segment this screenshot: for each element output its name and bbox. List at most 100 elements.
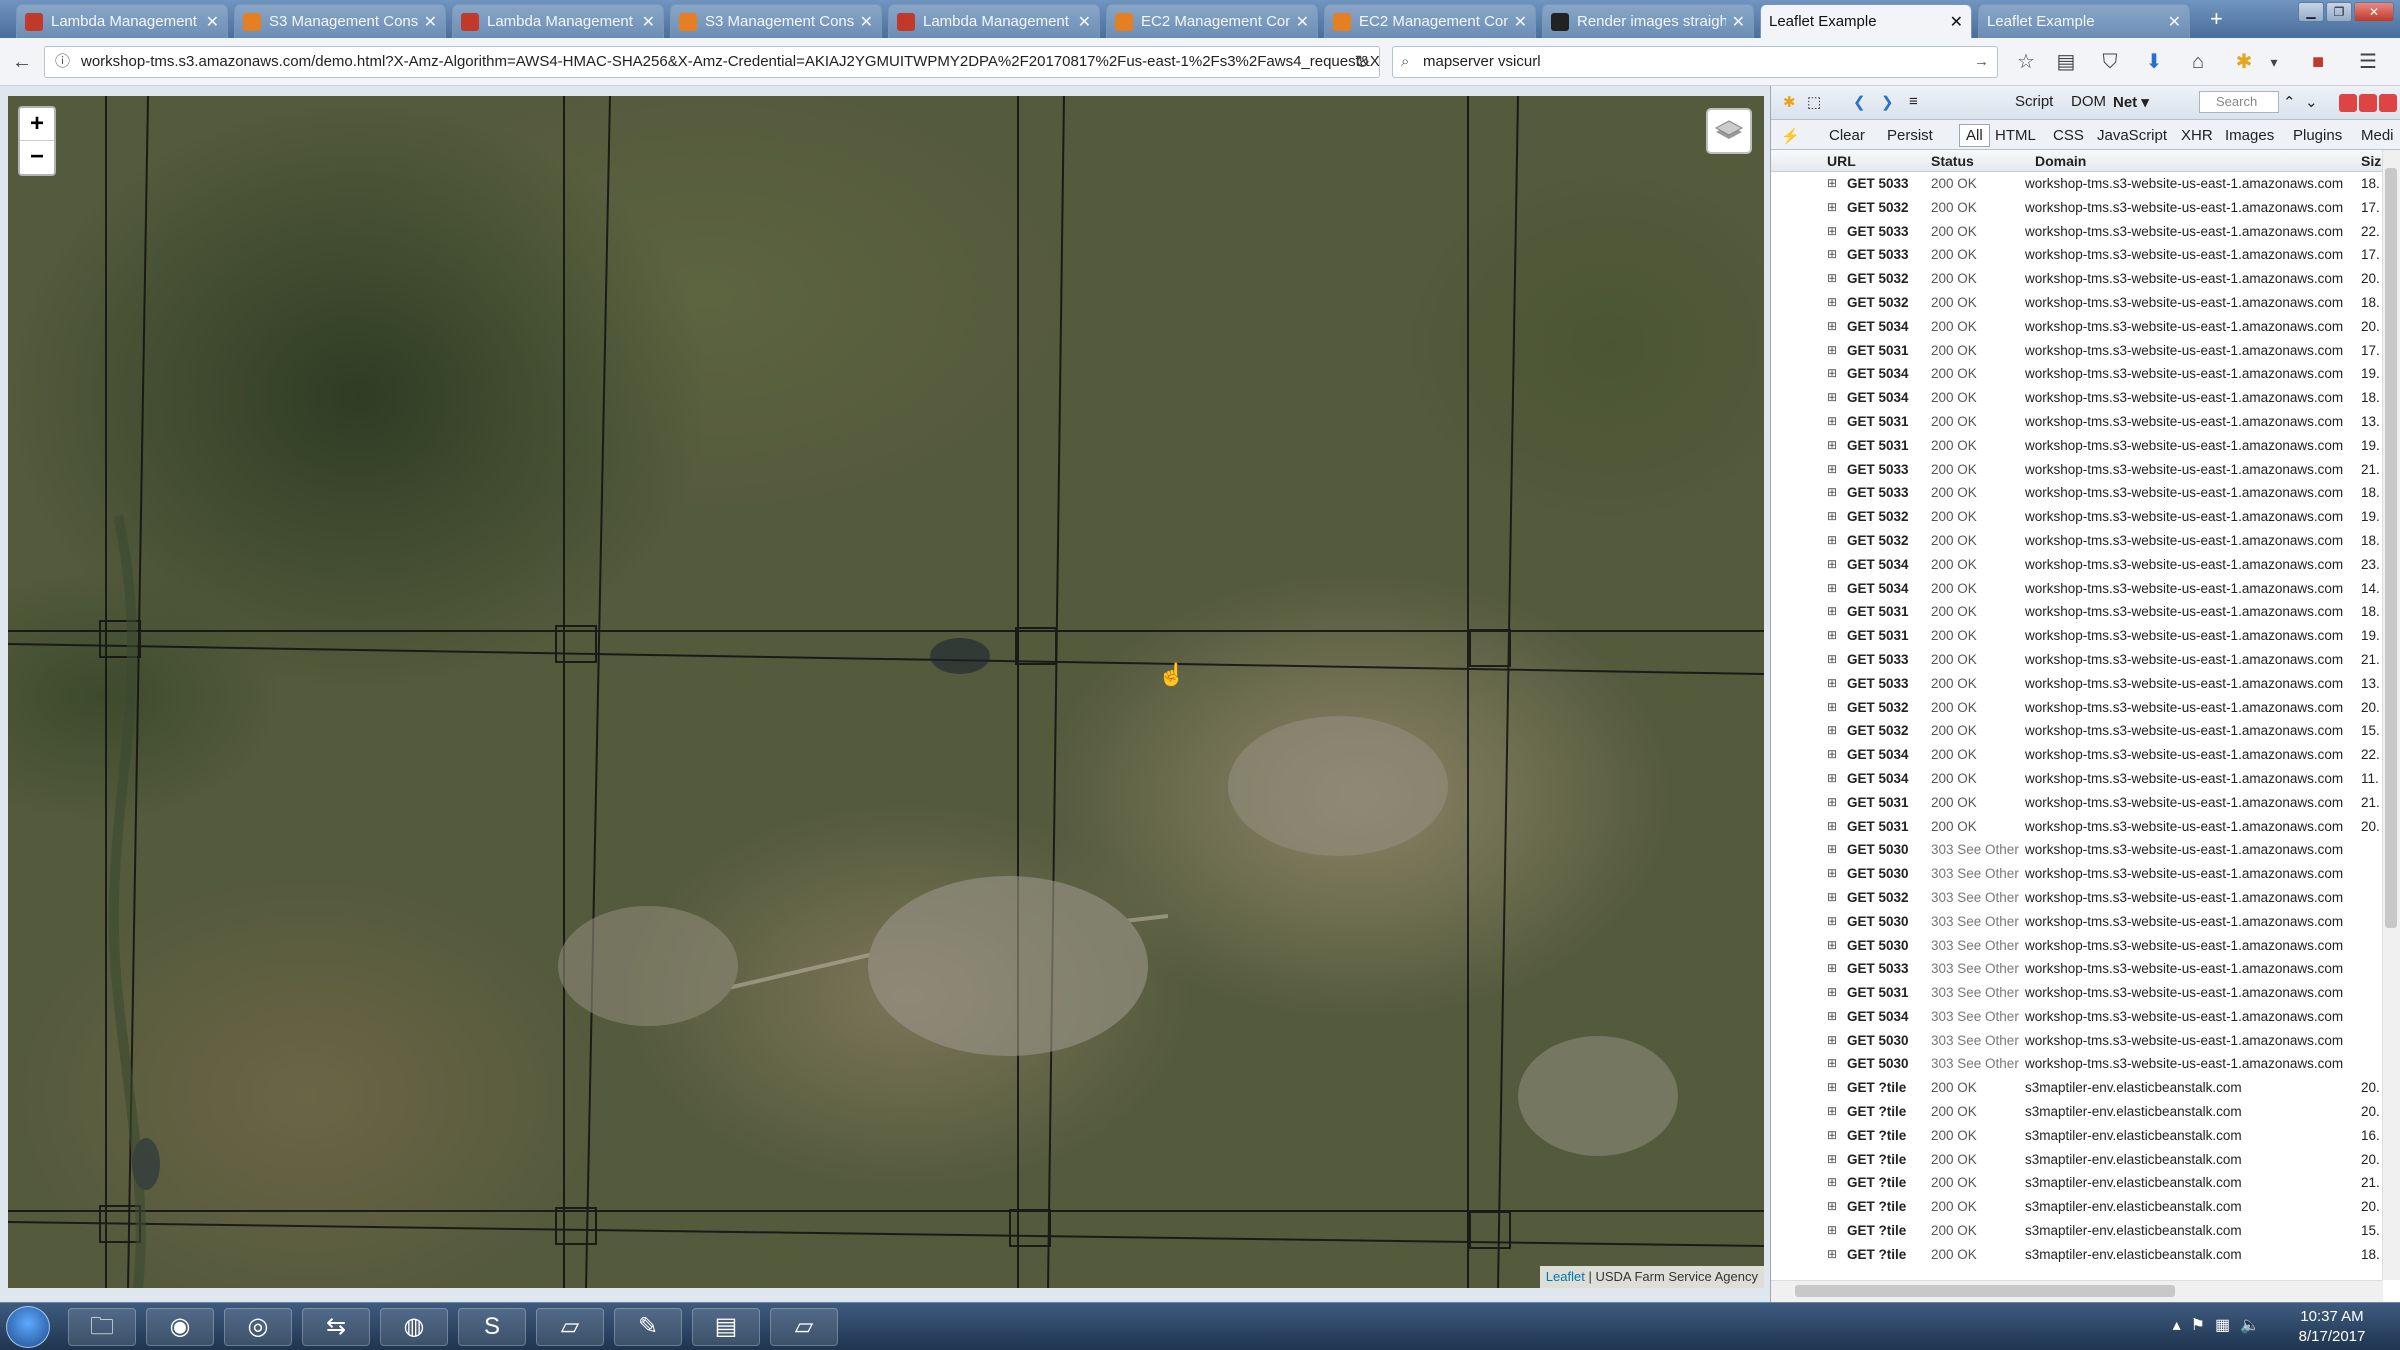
- zoom-out-button[interactable]: −: [20, 141, 54, 174]
- expand-plus-icon[interactable]: ⊞: [1827, 938, 1839, 952]
- new-tab-button[interactable]: +: [2210, 6, 2223, 32]
- browser-tab[interactable]: Render images straight ✕: [1542, 4, 1754, 38]
- expand-plus-icon[interactable]: ⊞: [1827, 485, 1839, 499]
- net-filter-xhr[interactable]: XHR: [2181, 127, 2213, 144]
- net-request-row[interactable]: ⊞ GET 5034 200 OK workshop-tms.s3-website-u…: [1771, 362, 2383, 386]
- net-request-row[interactable]: ⊞ GET 5034 200 OK workshop-tms.s3-website-u…: [1771, 315, 2383, 339]
- expand-plus-icon[interactable]: ⊞: [1827, 1152, 1839, 1166]
- net-request-row[interactable]: ⊞ GET 5033 200 OK workshop-tms.s3-website-u…: [1771, 648, 2383, 672]
- scrollbar-thumb[interactable]: [1795, 1285, 2175, 1297]
- net-request-row[interactable]: ⊞ GET 5032 200 OK workshop-tms.s3-website-u…: [1771, 267, 2383, 291]
- browser-tab[interactable]: EC2 Management Conso ✕: [1324, 4, 1536, 38]
- firebug-icon[interactable]: ✱: [2232, 50, 2256, 74]
- net-request-row[interactable]: ⊞ GET 5031 303 See Other workshop-tms.s3-we…: [1771, 981, 2383, 1005]
- expand-plus-icon[interactable]: ⊞: [1827, 247, 1839, 261]
- expand-plus-icon[interactable]: ⊞: [1827, 604, 1839, 618]
- expand-plus-icon[interactable]: ⊞: [1827, 985, 1839, 999]
- firebug-logo-icon[interactable]: ✱: [1783, 93, 1796, 111]
- browser-tab[interactable]: EC2 Management Conso ✕: [1106, 4, 1318, 38]
- expand-plus-icon[interactable]: ⊞: [1827, 890, 1839, 904]
- net-filter-html[interactable]: HTML: [1995, 127, 2036, 144]
- list-icon[interactable]: ≡: [1909, 93, 1918, 110]
- browser-tab[interactable]: S3 Management Console ✕: [234, 4, 446, 38]
- tab-close-icon[interactable]: ✕: [2168, 12, 2181, 32]
- expand-plus-icon[interactable]: ⊞: [1827, 771, 1839, 785]
- expand-plus-icon[interactable]: ⊞: [1827, 1033, 1839, 1047]
- expand-plus-icon[interactable]: ⊞: [1827, 581, 1839, 595]
- net-request-row[interactable]: ⊞ GET 5032 200 OK workshop-tms.s3-website-u…: [1771, 696, 2383, 720]
- expand-plus-icon[interactable]: ⊞: [1827, 700, 1839, 714]
- expand-plus-icon[interactable]: ⊞: [1827, 628, 1839, 642]
- expand-plus-icon[interactable]: ⊞: [1827, 343, 1839, 357]
- tray-arrow-icon[interactable]: ▴: [2173, 1317, 2191, 1334]
- net-request-row[interactable]: ⊞ GET 5032 200 OK workshop-tms.s3-website-u…: [1771, 529, 2383, 553]
- net-request-row[interactable]: ⊞ GET 5034 200 OK workshop-tms.s3-website-u…: [1771, 386, 2383, 410]
- net-request-row[interactable]: ⊞ GET ?tile 200 OK s3maptiler-env.elasticbe…: [1771, 1148, 2383, 1172]
- flag-icon[interactable]: ⚑: [2191, 1317, 2215, 1334]
- expand-plus-icon[interactable]: ⊞: [1827, 1128, 1839, 1142]
- col-size[interactable]: Siz: [2361, 153, 2381, 169]
- fb-search-input[interactable]: Search: [2199, 91, 2279, 113]
- expand-plus-icon[interactable]: ⊞: [1827, 1175, 1839, 1189]
- net-request-row[interactable]: ⊞ GET ?tile 200 OK s3maptiler-env.elasticbe…: [1771, 1076, 2383, 1100]
- net-request-row[interactable]: ⊞ GET 5034 200 OK workshop-tms.s3-website-u…: [1771, 553, 2383, 577]
- expand-plus-icon[interactable]: ⊞: [1827, 557, 1839, 571]
- net-request-row[interactable]: ⊞ GET 5033 200 OK workshop-tms.s3-website-u…: [1771, 481, 2383, 505]
- net-request-row[interactable]: ⊞ GET 5033 200 OK workshop-tms.s3-website-u…: [1771, 172, 2383, 196]
- expand-plus-icon[interactable]: ⊞: [1827, 676, 1839, 690]
- browser-icon[interactable]: ◍: [380, 1308, 448, 1346]
- expand-plus-icon[interactable]: ⊞: [1827, 271, 1839, 285]
- net-filter-javascript[interactable]: JavaScript: [2097, 127, 2167, 144]
- net-filter-css[interactable]: CSS: [2053, 127, 2084, 144]
- network-icon[interactable]: ▦: [2215, 1317, 2240, 1334]
- expand-plus-icon[interactable]: ⊞: [1827, 1080, 1839, 1094]
- expand-plus-icon[interactable]: ⊞: [1827, 509, 1839, 523]
- expand-plus-icon[interactable]: ⊞: [1827, 961, 1839, 975]
- horizontal-scrollbar[interactable]: [1771, 1280, 2383, 1302]
- minimize-button[interactable]: ▁: [2298, 2, 2324, 22]
- maximize-button[interactable]: ❐: [2326, 2, 2352, 22]
- net-request-row[interactable]: ⊞ GET ?tile 200 OK s3maptiler-env.elasticbe…: [1771, 1100, 2383, 1124]
- tab-close-icon[interactable]: ✕: [1296, 12, 1309, 32]
- home-icon[interactable]: ⌂: [2186, 50, 2210, 74]
- pocket-icon[interactable]: ⛉: [2098, 50, 2122, 74]
- col-url[interactable]: URL: [1827, 153, 1856, 169]
- network-tool-icon[interactable]: ⇆: [302, 1308, 370, 1346]
- net-request-row[interactable]: ⊞ GET 5030 303 See Other workshop-tms.s3-we…: [1771, 862, 2383, 886]
- expand-plus-icon[interactable]: ⊞: [1827, 438, 1839, 452]
- fb-tab-net[interactable]: Net ▾: [2113, 93, 2149, 111]
- addon-icon[interactable]: ■: [2306, 50, 2330, 74]
- expand-plus-icon[interactable]: ⊞: [1827, 1247, 1839, 1261]
- expand-plus-icon[interactable]: ⊞: [1827, 652, 1839, 666]
- scrollbar-thumb[interactable]: [2385, 168, 2397, 928]
- firefox-icon[interactable]: ◉: [146, 1308, 214, 1346]
- window-icon[interactable]: ▱: [770, 1308, 838, 1346]
- tab-close-icon[interactable]: ✕: [1732, 12, 1745, 32]
- net-request-row[interactable]: ⊞ GET 5031 200 OK workshop-tms.s3-website-u…: [1771, 624, 2383, 648]
- firebug-menu-chevron-icon[interactable]: ▾: [2262, 50, 2286, 74]
- tab-close-icon[interactable]: ✕: [1514, 12, 1527, 32]
- expand-plus-icon[interactable]: ⊞: [1827, 1223, 1839, 1237]
- net-filter-all[interactable]: All: [1959, 124, 1990, 147]
- net-request-row[interactable]: ⊞ GET ?tile 200 OK s3maptiler-env.elasticbe…: [1771, 1243, 2383, 1267]
- search-go-arrow-icon[interactable]: →: [1974, 47, 1989, 77]
- net-request-row[interactable]: ⊞ GET 5032 200 OK workshop-tms.s3-website-u…: [1771, 291, 2383, 315]
- net-filter-images[interactable]: Images: [2225, 127, 2274, 144]
- tab-close-icon[interactable]: ✕: [424, 12, 437, 32]
- net-request-row[interactable]: ⊞ GET 5031 200 OK workshop-tms.s3-website-u…: [1771, 434, 2383, 458]
- browser-tab[interactable]: Lambda Management Co ✕: [888, 4, 1100, 38]
- window-icon[interactable]: ▱: [536, 1308, 604, 1346]
- start-button[interactable]: [6, 1306, 50, 1348]
- tab-close-icon[interactable]: ✕: [1078, 12, 1091, 32]
- download-icon[interactable]: ⬇: [2142, 50, 2166, 74]
- sublime-text-icon[interactable]: S: [458, 1308, 526, 1346]
- net-request-row[interactable]: ⊞ GET 5031 200 OK workshop-tms.s3-website-u…: [1771, 339, 2383, 363]
- fb-tab-dom[interactable]: DOM: [2071, 93, 2106, 110]
- expand-plus-icon[interactable]: ⊞: [1827, 914, 1839, 928]
- fb-search-down-icon[interactable]: ⌄: [2305, 93, 2318, 111]
- pen-tool-icon[interactable]: ✎: [614, 1308, 682, 1346]
- net-request-row[interactable]: ⊞ GET 5034 200 OK workshop-tms.s3-website-u…: [1771, 577, 2383, 601]
- net-request-row[interactable]: ⊞ GET 5030 303 See Other workshop-tms.s3-we…: [1771, 934, 2383, 958]
- zoom-in-button[interactable]: +: [20, 108, 54, 141]
- info-icon[interactable]: ⓘ: [55, 47, 70, 77]
